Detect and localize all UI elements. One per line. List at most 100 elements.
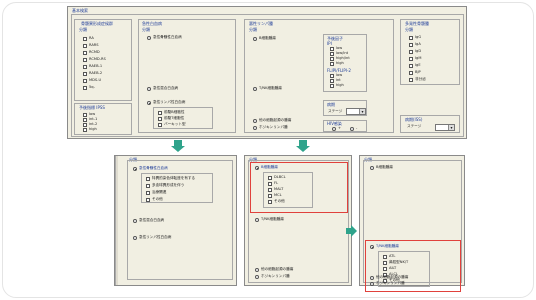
radio[interactable] [253,86,257,91]
leukemia-item-mixed[interactable]: 急性混合白血病 [147,86,178,91]
checkbox[interactable] [146,183,150,188]
myeloma-item-igd[interactable]: IgD [409,49,421,54]
panel3-ailt[interactable]: AILT [383,266,396,271]
mds-item-raeb-2[interactable]: RAEB-2 [83,71,102,76]
mds-item-rcmd-rs[interactable]: RCMD-RS [83,57,106,62]
panel3-nasal-nk-t[interactable]: 鼻腔型NK/T [383,260,408,265]
lymphoma-item-t-nk[interactable]: T/NK細胞腫瘍 [253,86,282,91]
checkbox[interactable] [330,56,334,61]
stage-select[interactable]: ▾ [346,108,366,115]
radio[interactable] [147,35,151,40]
panel1-aml-multilineage[interactable]: 多血球異形成を伴う [146,183,184,188]
checkbox[interactable] [330,83,334,88]
all-sub-precursor-b[interactable]: 前駆B細胞性 [158,110,184,115]
chevron-down-icon[interactable]: ▾ [448,125,454,130]
checkbox[interactable] [83,85,87,90]
checkbox[interactable] [83,78,87,83]
checkbox[interactable] [268,181,272,186]
radio[interactable] [255,267,259,272]
radio[interactable] [255,274,259,279]
radio[interactable] [370,165,374,170]
panel1-aml-therapy-related[interactable]: 治療関連 [146,190,166,195]
myeloma-item-igg[interactable]: IgG [409,35,421,40]
panel2-malt[interactable]: MALT [268,187,283,192]
checkbox[interactable] [146,197,150,202]
checkbox[interactable] [330,61,334,66]
checkbox[interactable] [83,122,87,127]
mds-item-mds-u[interactable]: MDS-U [83,78,101,83]
radio[interactable] [370,281,374,286]
checkbox[interactable] [330,51,334,56]
chevron-down-icon[interactable]: ▾ [359,109,365,114]
checkbox[interactable] [146,190,150,195]
checkbox[interactable] [409,35,413,40]
radio[interactable] [255,165,259,170]
checkbox[interactable] [409,70,413,75]
ipss-item-high[interactable]: high [83,127,97,132]
all-sub-burkitt[interactable]: バーキット型 [158,122,186,127]
panel2-fl[interactable]: FL [268,181,278,186]
radio[interactable] [370,244,374,249]
radio[interactable] [147,100,151,105]
checkbox[interactable] [83,64,87,69]
iss-stage-select[interactable]: ▾ [435,124,455,131]
panel2-other[interactable]: その他 [268,199,285,204]
checkbox[interactable] [83,50,87,55]
radio[interactable] [133,235,137,240]
panel3-hodgkin[interactable]: ホジキンリンパ腫 [370,281,405,286]
radio[interactable] [147,86,151,91]
lymphoma-item-b-cell[interactable]: B細胞腫瘍 [253,36,276,41]
checkbox[interactable] [268,199,272,204]
checkbox[interactable] [268,193,272,198]
ipi-item-high[interactable]: high [330,61,344,66]
checkbox[interactable] [83,112,87,117]
checkbox[interactable] [409,42,413,47]
panel2-other-origin[interactable]: 他の細胞起源の腫瘍 [255,267,293,272]
checkbox[interactable] [146,176,150,181]
checkbox[interactable] [158,110,162,115]
radio[interactable] [332,126,336,131]
panel3-b-cell[interactable]: B細胞腫瘍 [370,165,393,170]
checkbox[interactable] [330,78,334,83]
checkbox[interactable] [330,46,334,51]
radio[interactable] [133,218,137,223]
panel1-aml-translocation[interactable]: 特異的染色体転座を有する [146,176,195,181]
radio[interactable] [370,275,374,280]
lymphoma-item-other-origin[interactable]: 他の細胞起源の腫瘍 [253,118,291,123]
mds-item-ra[interactable]: RA [83,36,94,41]
leukemia-item-all[interactable]: 急性リンパ性白血病 [147,100,185,105]
panel1-all[interactable]: 急性リンパ性白血病 [133,235,171,240]
panel2-t-nk[interactable]: T/NK細胞腫瘍 [255,217,284,222]
hiv-option-negative[interactable]: - [350,126,357,131]
scrollbar[interactable] [115,156,118,285]
checkbox[interactable] [409,77,413,82]
checkbox[interactable] [383,266,387,271]
checkbox[interactable] [83,117,87,122]
checkbox[interactable] [83,43,87,48]
checkbox[interactable] [268,175,272,180]
checkbox[interactable] [409,49,413,54]
panel2-b-cell[interactable]: B細胞腫瘍 [255,165,278,170]
checkbox[interactable] [383,254,387,259]
mds-item-rars[interactable]: RARS [83,43,99,48]
mds-item-5q[interactable]: 5q- [83,85,95,90]
flipi-item-high[interactable]: high [330,83,344,88]
panel2-dlbcl[interactable]: DLBCL [268,175,286,180]
panel2-hodgkin[interactable]: ホジキンリンパ腫 [255,274,290,279]
myeloma-item-ige[interactable]: IgE [409,63,421,68]
checkbox[interactable] [268,187,272,192]
panel1-aml-other[interactable]: その他 [146,197,163,202]
myeloma-item-bjp[interactable]: BJP [409,70,421,75]
checkbox[interactable] [83,71,87,76]
checkbox[interactable] [330,73,334,78]
panel1-aml[interactable]: 急性骨髄性白血病 [133,166,168,171]
checkbox[interactable] [409,56,413,61]
mds-item-rcmd[interactable]: RCMD [83,50,100,55]
hiv-option-positive[interactable]: + [332,126,341,131]
checkbox[interactable] [83,36,87,41]
myeloma-item-nonsecretory[interactable]: 非分泌 [409,77,426,82]
checkbox[interactable] [83,57,87,62]
panel3-atl[interactable]: ATL [383,254,395,259]
radio[interactable] [133,166,137,171]
checkbox[interactable] [409,63,413,68]
